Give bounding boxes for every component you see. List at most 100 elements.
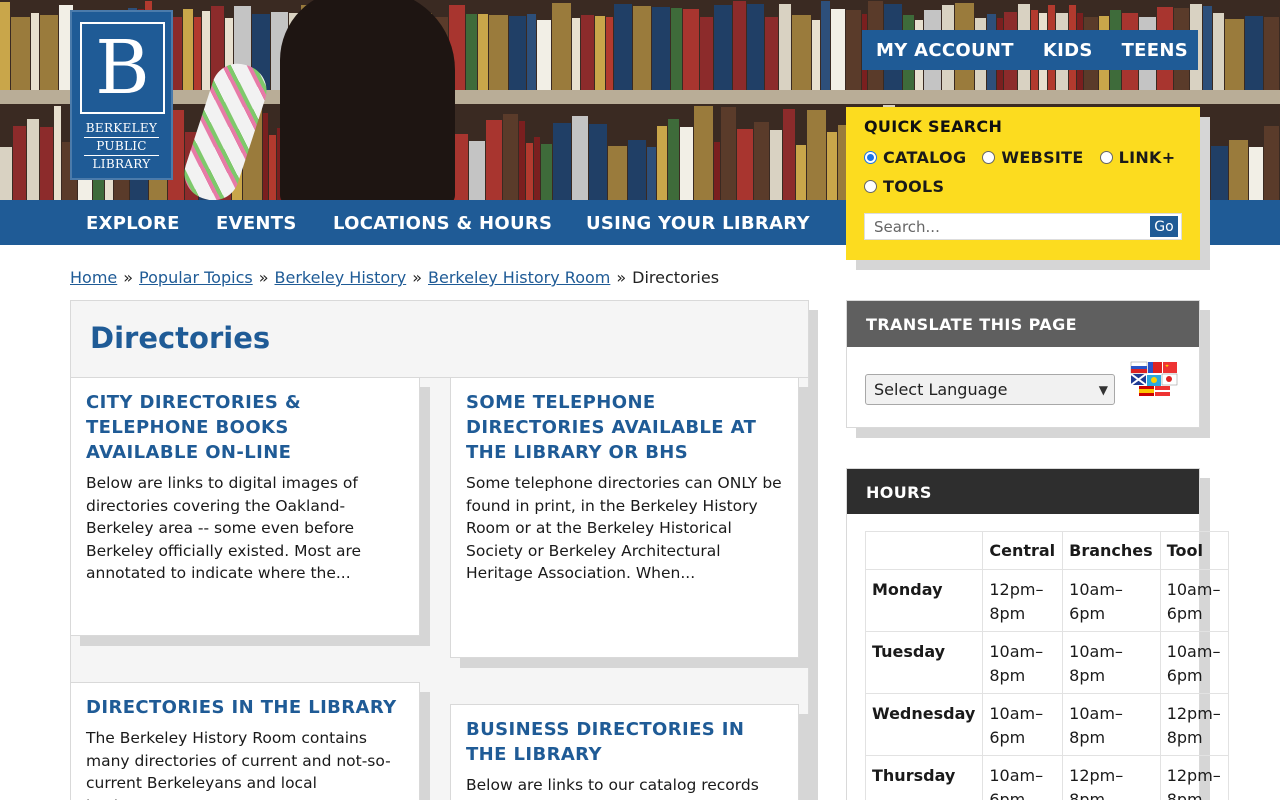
book-spine (713, 5, 732, 90)
library-logo[interactable]: B BERKELEY PUBLIC LIBRARY (70, 10, 173, 180)
card-title[interactable]: CITY DIRECTORIES & TELEPHONE BOOKS AVAIL… (86, 390, 404, 465)
breadcrumb-berkeley-history[interactable]: Berkeley History (275, 268, 407, 287)
book-spine (0, 1, 10, 90)
scope-catalog-label: CATALOG (883, 148, 967, 167)
hours-table: Central Branches Tool Monday 12pm–8pm 10… (864, 531, 1229, 800)
book-spine (552, 123, 571, 200)
book-spine (533, 136, 540, 200)
radio-catalog[interactable] (864, 151, 877, 164)
hours-widget: HOURS Central Branches Tool Monday 12pm–… (846, 468, 1229, 800)
radio-tools[interactable] (864, 180, 877, 193)
book-spine (769, 129, 782, 200)
translate-title: TRANSLATE THIS PAGE (847, 301, 1199, 347)
book-spine (477, 14, 488, 90)
breadcrumb-separator: » (412, 268, 422, 287)
hours-header-row: Central Branches Tool (864, 531, 1229, 570)
book-spine (1245, 16, 1264, 90)
book-spine (732, 0, 746, 90)
book-spine (807, 109, 827, 200)
scope-tools[interactable]: TOOLS (864, 177, 944, 196)
breadcrumb-separator: » (616, 268, 627, 287)
book-spine (667, 119, 679, 200)
chevron-down-icon: ▼ (1098, 382, 1108, 397)
hours-cell: 12pm–8pm (1062, 755, 1161, 800)
card-directories-in-library[interactable]: DIRECTORIES IN THE LIBRARY The Berkeley … (70, 682, 420, 800)
kids-link[interactable]: KIDS (1043, 40, 1093, 61)
book-spine (671, 8, 683, 90)
book-spine (537, 19, 552, 90)
flags-icon[interactable] (1129, 360, 1179, 398)
hours-row: Wednesday 10am–6pm 10am–8pm 12pm–8pm (864, 693, 1229, 756)
hours-cell: 10am–8pm (982, 631, 1064, 694)
book-spine (508, 16, 527, 90)
logo-mark: B (80, 22, 165, 114)
hours-corner-cell (864, 531, 984, 570)
page-title: Directories (71, 301, 808, 378)
book-spine (820, 0, 830, 90)
scope-website[interactable]: WEBSITE (982, 148, 1083, 167)
nav-locations-hours[interactable]: LOCATIONS & HOURS (333, 213, 552, 234)
quick-search-panel: QUICK SEARCH CATALOG WEBSITE LINK+ TOOLS… (846, 107, 1200, 260)
book-spine (183, 9, 194, 90)
breadcrumb-history-room[interactable]: Berkeley History Room (428, 268, 610, 287)
book-spine (746, 3, 765, 90)
book-spine (488, 15, 508, 90)
book-spine (765, 17, 779, 90)
book-spine (1225, 18, 1245, 90)
card-title[interactable]: SOME TELEPHONE DIRECTORIES AVAILABLE AT … (466, 390, 783, 465)
scope-tools-label: TOOLS (883, 177, 945, 196)
breadcrumb-popular-topics[interactable]: Popular Topics (139, 268, 253, 287)
book-spine (646, 147, 656, 200)
hours-day: Thursday (864, 755, 984, 800)
book-spine (737, 128, 753, 200)
teens-link[interactable]: TEENS (1122, 40, 1188, 61)
card-city-directories[interactable]: CITY DIRECTORIES & TELEPHONE BOOKS AVAIL… (70, 377, 420, 636)
book-spine (632, 6, 652, 90)
hours-cell: 10am–6pm (1159, 569, 1229, 632)
scope-website-label: WEBSITE (1001, 148, 1084, 167)
radio-linkplus[interactable] (1099, 151, 1113, 164)
book-spine (845, 9, 861, 90)
search-input[interactable] (865, 214, 1149, 239)
nav-using-your-library[interactable]: USING YOUR LIBRARY (586, 213, 810, 234)
card-telephone-directories[interactable]: SOME TELEPHONE DIRECTORIES AVAILABLE AT … (450, 377, 799, 658)
book-spine (552, 2, 572, 90)
book-spine (753, 122, 769, 200)
hours-cell: 10am–6pm (1159, 631, 1229, 694)
logo-line-1: BERKELEY (84, 120, 159, 138)
my-account-link[interactable]: MY ACCOUNT (876, 40, 1014, 61)
book-spine (1202, 6, 1212, 90)
card-summary: The Berkeley History Room contains many … (86, 729, 391, 800)
scope-catalog[interactable]: CATALOG (864, 148, 966, 167)
book-spine (580, 15, 594, 90)
book-spine (1210, 146, 1229, 200)
book-spine (0, 147, 12, 200)
radio-website[interactable] (982, 151, 996, 164)
hours-title: HOURS (847, 469, 1199, 514)
book-spine (613, 3, 632, 90)
book-spine (830, 9, 845, 90)
hours-cell: 10am–8pm (1062, 631, 1161, 694)
book-spine (53, 105, 62, 200)
hours-row: Thursday 10am–6pm 12pm–8pm 12pm–8pm (864, 755, 1229, 800)
nav-events[interactable]: EVENTS (216, 213, 297, 234)
card-title[interactable]: BUSINESS DIRECTORIES IN THE LIBRARY (466, 717, 783, 767)
book-spine (608, 146, 628, 200)
book-spine (796, 145, 807, 200)
nav-explore[interactable]: EXPLORE (86, 213, 180, 234)
book-spine (262, 112, 269, 200)
card-business-directories[interactable]: BUSINESS DIRECTORIES IN THE LIBRARY Belo… (450, 704, 799, 800)
breadcrumb-home[interactable]: Home (70, 268, 117, 287)
book-spine (1264, 126, 1279, 200)
card-title[interactable]: DIRECTORIES IN THE LIBRARY (86, 695, 404, 720)
breadcrumb-separator: » (258, 268, 269, 287)
logo-wordmark: BERKELEY PUBLIC LIBRARY (72, 120, 171, 173)
search-go-button[interactable]: Go (1149, 215, 1179, 238)
scope-linkplus[interactable]: LINK+ (1099, 148, 1176, 167)
book-spine (12, 126, 26, 200)
book-spine (782, 108, 796, 200)
hours-cell: 12pm–8pm (1159, 693, 1229, 756)
language-select[interactable]: Select Language ▼ (865, 374, 1115, 405)
card-summary: Below are links to our catalog records f… (466, 776, 759, 800)
book-spine (605, 17, 613, 90)
